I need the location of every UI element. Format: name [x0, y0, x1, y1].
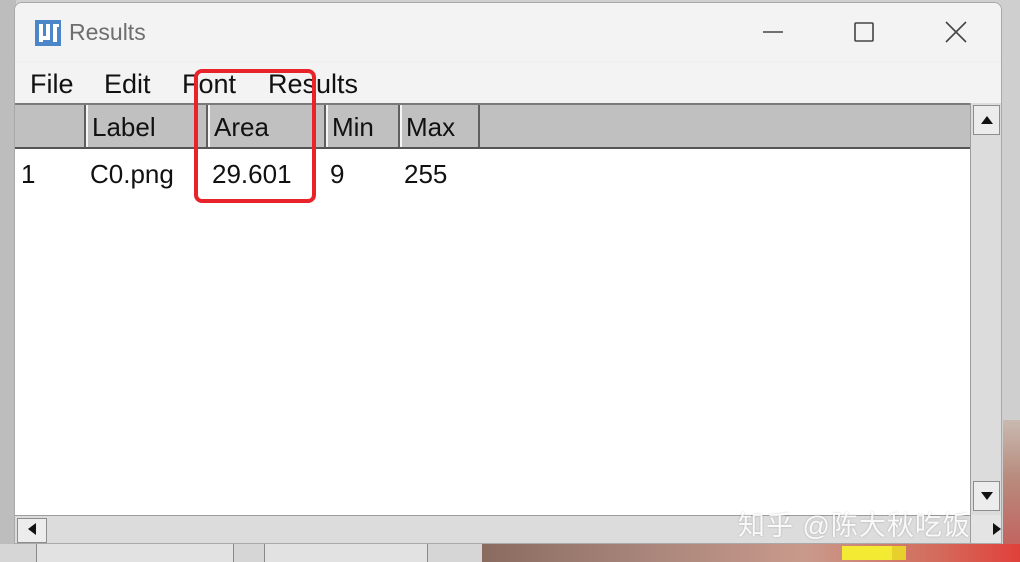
cell-min: 9: [330, 159, 345, 189]
background-image-strip: [482, 544, 1020, 562]
column-header-index[interactable]: [15, 105, 86, 147]
cell-index: 1: [21, 159, 36, 189]
results-window: Results File Edit Font Results Label Are…: [14, 2, 1002, 544]
close-button[interactable]: [933, 15, 979, 49]
close-icon: [945, 21, 967, 43]
scrollbar-corner: [970, 515, 1001, 543]
menu-edit[interactable]: Edit: [104, 69, 151, 100]
vertical-scrollbar[interactable]: [970, 103, 1001, 515]
column-header-min[interactable]: Min: [326, 105, 400, 147]
maximize-button[interactable]: [841, 15, 887, 49]
background-image-edge: [1003, 420, 1020, 562]
results-table[interactable]: Label Area Min Max 1 C0.png 29.601 9 255: [15, 103, 970, 515]
minimize-icon: [763, 22, 783, 42]
cell-max: 255: [404, 159, 448, 189]
arrow-up-icon: [980, 111, 993, 129]
maximize-icon: [854, 22, 874, 42]
scroll-left-button[interactable]: [17, 518, 47, 543]
watermark-text: 知乎 @陈大秋吃饭: [738, 511, 971, 541]
column-header-label[interactable]: Label: [86, 105, 208, 147]
title-bar[interactable]: Results: [15, 3, 1001, 61]
arrow-left-icon: [28, 522, 36, 540]
imagej-icon: [35, 20, 61, 46]
scroll-up-button[interactable]: [973, 105, 1000, 135]
cell-label: C0.png: [90, 159, 174, 189]
minimize-button[interactable]: [750, 15, 796, 49]
arrow-down-icon: [980, 487, 993, 505]
window-title: Results: [69, 19, 146, 45]
arrow-right-icon: [993, 523, 1001, 535]
column-header-max[interactable]: Max: [400, 105, 480, 147]
menu-file[interactable]: File: [30, 69, 74, 100]
area-highlight-box: [194, 69, 316, 203]
menu-bar: File Edit Font Results: [15, 63, 1001, 103]
table-header: Label Area Min Max: [15, 105, 970, 149]
scroll-down-button[interactable]: [973, 481, 1000, 511]
